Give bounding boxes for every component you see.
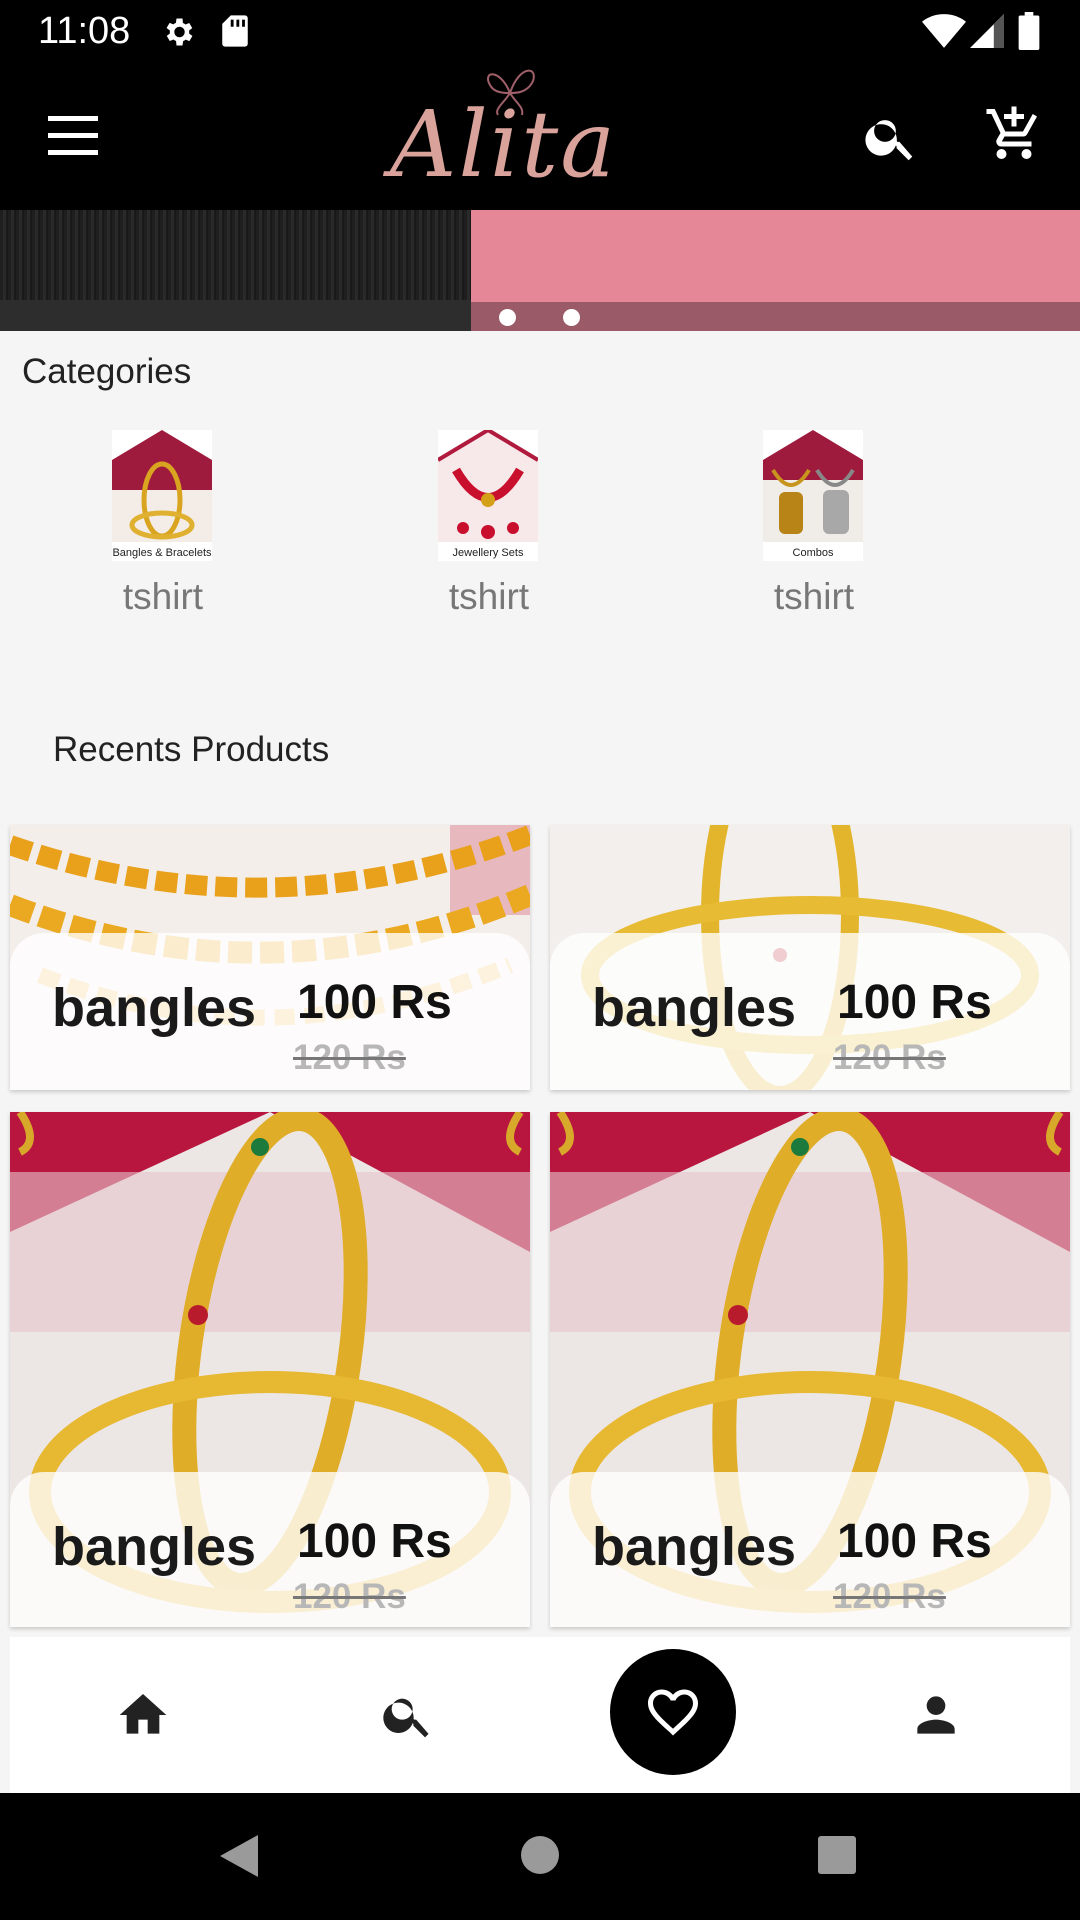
- bottom-navigation: [10, 1637, 1070, 1793]
- category-caption: Combos: [792, 547, 834, 559]
- status-bar: 11:08: [0, 0, 1080, 63]
- person-icon[interactable]: [908, 1687, 964, 1743]
- logo: Alita: [380, 63, 615, 203]
- product-price: 100 Rs: [837, 1515, 992, 1568]
- product-info-panel: bangles 100 Rs 120 Rs: [10, 1472, 530, 1627]
- product-price: 100 Rs: [837, 976, 992, 1029]
- category-caption: Jewellery Sets: [452, 547, 524, 559]
- product-card[interactable]: bangles 100 Rs 120 Rs: [10, 1112, 530, 1627]
- butterfly-icon: [487, 69, 535, 116]
- home-circle-icon[interactable]: [520, 1835, 560, 1875]
- category-label: tshirt: [448, 576, 530, 617]
- combo-image: [763, 430, 863, 561]
- sd-card-icon: [222, 15, 248, 47]
- heart-icon: [648, 1689, 698, 1736]
- add-to-cart-icon[interactable]: [984, 103, 1044, 165]
- bangle-image: [112, 430, 212, 561]
- product-name: bangles: [592, 1517, 797, 1577]
- menu-icon[interactable]: [40, 108, 106, 164]
- recents-square-icon[interactable]: [817, 1835, 857, 1875]
- banner-carousel[interactable]: [0, 210, 1080, 331]
- product-old-price: 120 Rs: [293, 1577, 406, 1616]
- category-label: tshirt: [773, 576, 855, 617]
- product-card[interactable]: bangles 100 Rs 120 Rs: [550, 1112, 1070, 1627]
- search-icon[interactable]: [862, 108, 920, 166]
- status-time: 11:08: [38, 10, 131, 52]
- category-thumbnail: Jewellery Sets: [438, 430, 538, 561]
- carousel-dot-1[interactable]: [499, 309, 516, 326]
- product-price: 100 Rs: [297, 1515, 452, 1568]
- product-name: bangles: [52, 978, 257, 1038]
- product-info-panel: bangles 100 Rs 120 Rs: [550, 933, 1070, 1090]
- system-navigation-bar: [0, 1793, 1080, 1920]
- wifi-icon: [922, 14, 966, 48]
- product-name: bangles: [592, 978, 797, 1038]
- categories-title: Categories: [22, 352, 192, 391]
- product-card[interactable]: bangles 100 Rs 120 Rs: [550, 825, 1070, 1090]
- category-thumbnail: Bangles & Bracelets: [112, 430, 212, 561]
- back-icon[interactable]: [216, 1833, 260, 1879]
- home-icon[interactable]: [115, 1687, 171, 1743]
- favorites-button[interactable]: [610, 1649, 736, 1775]
- product-price: 100 Rs: [297, 976, 452, 1029]
- product-name: bangles: [52, 1517, 257, 1577]
- product-info-panel: bangles 100 Rs 120 Rs: [550, 1472, 1070, 1627]
- category-caption: Bangles & Bracelets: [112, 547, 212, 559]
- product-old-price: 120 Rs: [833, 1577, 946, 1616]
- signal-icon: [970, 14, 1004, 48]
- banner-slide-shade: [0, 300, 471, 331]
- carousel-dot-2[interactable]: [563, 309, 580, 326]
- product-old-price: 120 Rs: [833, 1038, 946, 1077]
- product-info-panel: bangles 100 Rs 120 Rs: [10, 933, 530, 1090]
- recent-products-title: Recents Products: [53, 730, 330, 769]
- search-icon[interactable]: [380, 1687, 436, 1743]
- category-label: tshirt: [122, 576, 204, 617]
- battery-icon: [1018, 12, 1040, 50]
- product-card[interactable]: bangles 100 Rs 120 Rs: [10, 825, 530, 1090]
- app-bar: Alita: [0, 63, 1080, 210]
- product-old-price: 120 Rs: [293, 1038, 406, 1077]
- necklace-image: [438, 430, 538, 561]
- gear-icon: [166, 18, 193, 46]
- category-thumbnail: Combos: [763, 430, 863, 561]
